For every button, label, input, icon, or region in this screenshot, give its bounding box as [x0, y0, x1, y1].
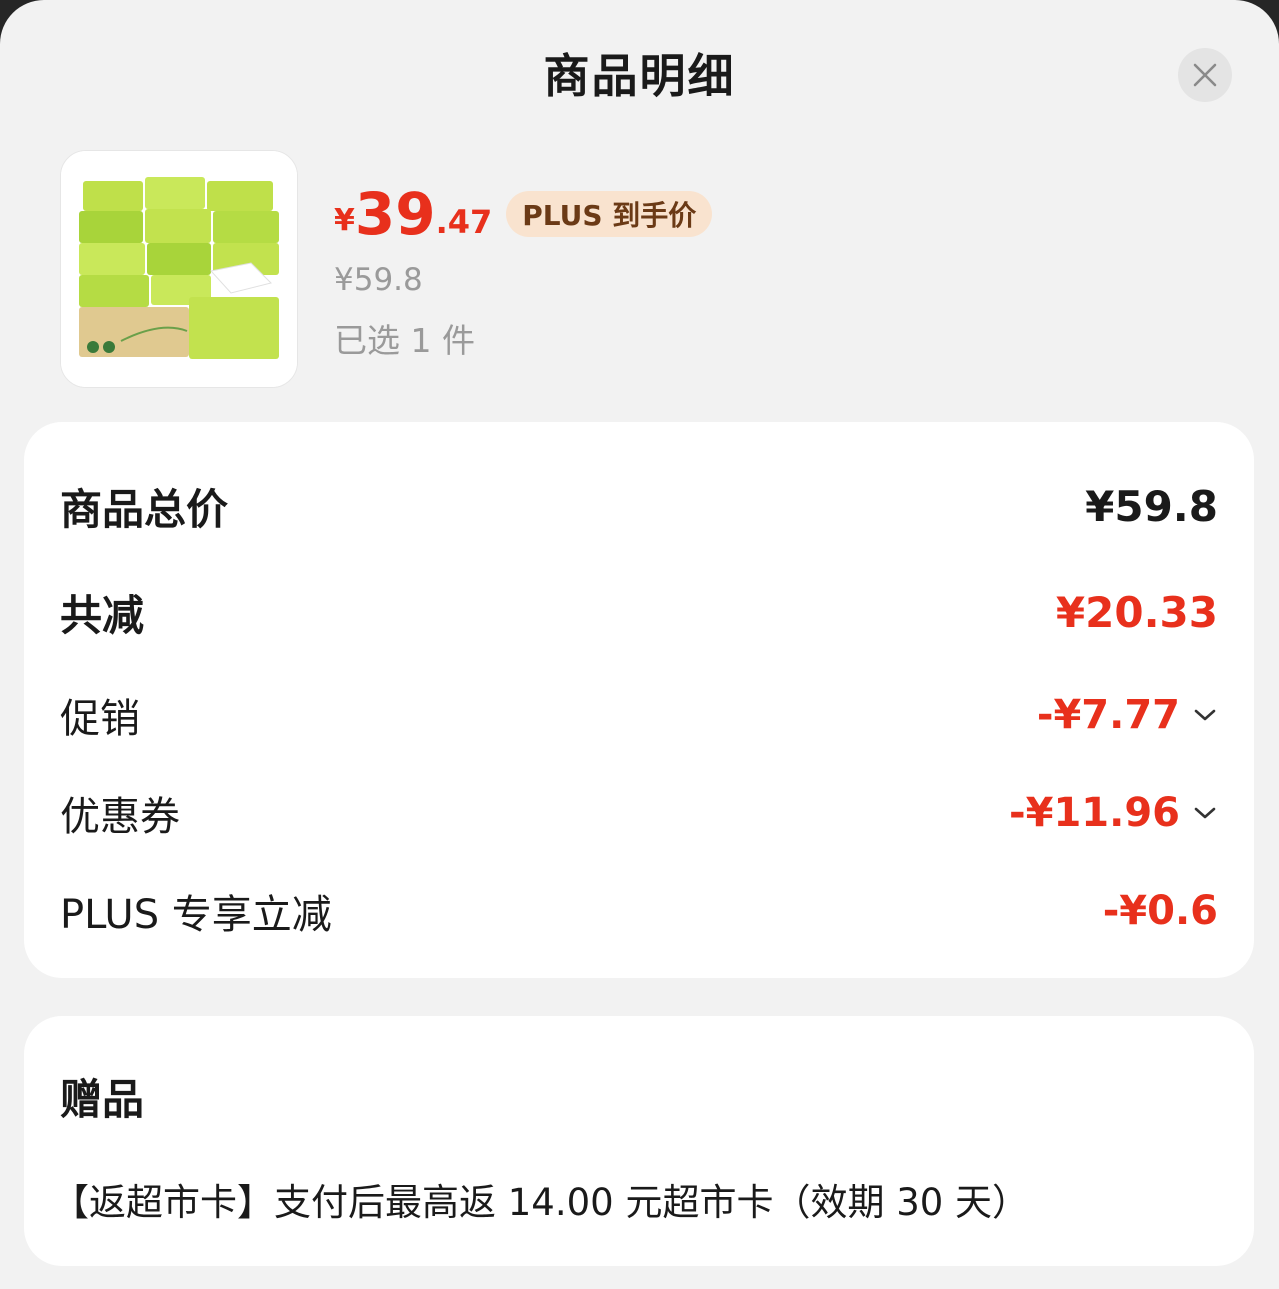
original-price: ¥59.8	[334, 262, 423, 298]
gift-card: 赠品 【返超市卡】支付后最高返 14.00 元超市卡（效期 30 天）	[24, 1016, 1254, 1266]
plus-reduce-row: PLUS 专享立减 -¥0.6	[60, 882, 1218, 940]
close-icon	[1193, 63, 1217, 87]
coupon-row[interactable]: 优惠券 -¥11.96	[60, 784, 1218, 842]
selected-quantity: 已选 1 件	[334, 321, 475, 360]
reduce-value: ¥20.33	[1055, 588, 1218, 637]
product-image[interactable]	[60, 150, 298, 388]
plus-reduce-label: PLUS 专享立减	[60, 892, 332, 938]
price-decimal: .47	[435, 203, 493, 241]
promo-value: -¥7.77	[1036, 692, 1180, 738]
total-row: 商品总价 ¥59.8	[60, 476, 1218, 537]
gift-title: 赠品	[60, 1075, 145, 1124]
plus-price: ¥ 39 .47 PLUS 到手价	[334, 180, 713, 248]
total-label: 商品总价	[60, 485, 229, 534]
price-summary-card: 商品总价 ¥59.8 共减 ¥20.33 促销 -¥7.77 优惠券 -¥11.…	[24, 422, 1254, 978]
product-detail-sheet: 商品明细 ¥ 39 .47 PLUS 到手价 ¥59.8 已选 1 件 商品总价…	[0, 0, 1279, 1289]
gift-description: 【返超市卡】支付后最高返 14.00 元超市卡（效期 30 天）	[52, 1181, 1030, 1224]
chevron-down-icon[interactable]	[1192, 800, 1218, 826]
plus-price-badge: PLUS 到手价	[506, 191, 713, 237]
reduce-row: 共减 ¥20.33	[60, 582, 1218, 643]
plus-reduce-value: -¥0.6	[1102, 888, 1218, 934]
promo-label: 促销	[60, 696, 140, 742]
total-value: ¥59.8	[1085, 482, 1218, 531]
coupon-value: -¥11.96	[1009, 790, 1180, 836]
price-integer: 39	[354, 180, 436, 248]
page-title: 商品明细	[543, 49, 736, 103]
chevron-down-icon[interactable]	[1192, 702, 1218, 728]
reduce-label: 共减	[60, 591, 145, 640]
promo-row[interactable]: 促销 -¥7.77	[60, 686, 1218, 744]
price-currency: ¥	[334, 202, 355, 238]
close-button[interactable]	[1178, 48, 1232, 102]
coupon-label: 优惠券	[60, 794, 180, 840]
tissue-product-image	[61, 151, 297, 387]
